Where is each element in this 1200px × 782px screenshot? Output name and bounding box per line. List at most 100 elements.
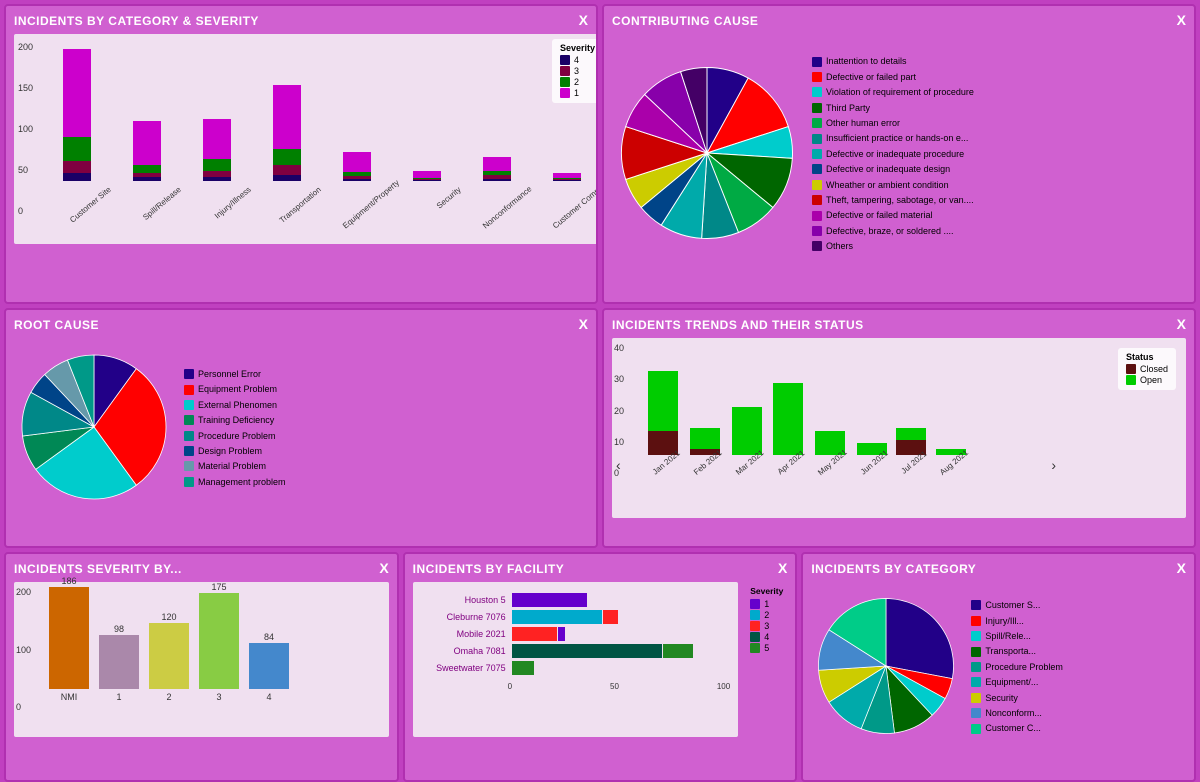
- facility-row: Houston 5: [421, 593, 731, 607]
- legend-item: Design Problem: [184, 444, 286, 458]
- legend-item: Nonconform...: [971, 706, 1063, 720]
- panel7-pie: [811, 591, 961, 744]
- panel7-legend: Customer S... Injury/Ill...Spill/Rele...T…: [971, 597, 1063, 737]
- panel3-pie: [14, 347, 174, 510]
- panel6-content: Houston 5 Cleburne 7076 Mobile 2021 Omaha 7…: [413, 582, 788, 737]
- panel5-close-button[interactable]: X: [379, 560, 388, 576]
- panel1-close-button[interactable]: X: [579, 12, 588, 28]
- trend-bar-group: Jun 2021: [855, 335, 888, 468]
- trend-next-button[interactable]: ›: [1051, 457, 1056, 473]
- trend-bar-group: Apr 2021: [772, 335, 804, 468]
- panel3-close-button[interactable]: X: [579, 316, 588, 332]
- trend-bar-group: Mar 2021: [730, 335, 764, 468]
- panel4-bars-container: Jan 2021Feb 2021Mar 2021Apr 2021May 2021…: [647, 348, 1176, 468]
- legend-item: Third Party: [812, 101, 974, 115]
- panel-incidents-facility: INCIDENTS BY FACILITY X Houston 5 Cleburn…: [403, 552, 798, 782]
- trend-bar-group: Jan 2021: [647, 335, 680, 468]
- panel3-legend: Personnel ErrorEquipment Problem External…: [184, 366, 286, 490]
- panel2-pie: [612, 58, 802, 251]
- panel-incidents-by-category: INCIDENTS BY CATEGORY X Customer S... Inj…: [801, 552, 1196, 782]
- panel7-close-button[interactable]: X: [1177, 560, 1186, 576]
- facility-row: Omaha 7081: [421, 644, 731, 658]
- panel4-title: INCIDENTS TRENDS AND THEIR STATUS: [612, 318, 1186, 332]
- bar-group: Security: [397, 171, 457, 194]
- sev-bar-group: 186NMI: [49, 576, 89, 702]
- legend-item: Security: [971, 691, 1063, 705]
- legend-item: Insufficient practice or hands-on e...: [812, 131, 974, 145]
- sev-bar-group: 981: [99, 624, 139, 702]
- legend-item: External Phenomen: [184, 398, 286, 412]
- legend-item: Defective or failed part: [812, 70, 974, 84]
- panel6-chart: Houston 5 Cleburne 7076 Mobile 2021 Omaha 7…: [413, 582, 739, 737]
- legend-item: Violation of requirement of procedure: [812, 85, 974, 99]
- panel6-legend: Severity 1 2 3 4 5: [746, 582, 787, 737]
- sev-bar-group: 1753: [199, 582, 239, 702]
- panel2-content: Inattention to details Defective or faile…: [612, 34, 1186, 274]
- legend-item: Injury/Ill...: [971, 614, 1063, 628]
- legend-item: Customer C...: [971, 721, 1063, 735]
- panel2-legend: Inattention to details Defective or faile…: [812, 53, 974, 254]
- legend-item: Material Problem: [184, 459, 286, 473]
- sev-bar-group: 1202: [149, 612, 189, 702]
- legend-item: Customer S...: [971, 598, 1063, 612]
- legend-item: Other human error: [812, 116, 974, 130]
- trend-bar-group: Feb 2021: [688, 335, 722, 468]
- panel-contributing-cause: CONTRIBUTING CAUSE X Inattention to deta…: [602, 4, 1196, 304]
- panel1-severity-legend: Severity 4 3 2 1: [552, 39, 598, 103]
- legend-item: Wheather or ambient condition: [812, 178, 974, 192]
- legend-item: Management problem: [184, 475, 286, 489]
- legend-item: Defective or failed material: [812, 208, 974, 222]
- panel1-y-axis: 200 150 100 50 0: [18, 42, 33, 216]
- panel2-close-button[interactable]: X: [1177, 12, 1186, 28]
- panel-root-cause: ROOT CAUSE X Personnel ErrorEquipment Pr…: [4, 308, 598, 548]
- legend-item: Defective, braze, or soldered ....: [812, 224, 974, 238]
- bar-group: Nonconformance: [467, 157, 527, 194]
- panel7-title: INCIDENTS BY CATEGORY: [811, 562, 1186, 576]
- legend-item: Inattention to details: [812, 54, 974, 68]
- trend-bar-group: Aug 2021: [934, 335, 968, 468]
- panel5-chart: 200 100 0 186NMI98112021753844: [14, 582, 389, 737]
- legend-item: Training Deficiency: [184, 413, 286, 427]
- bottom-row: INCIDENTS SEVERITY BY... X 200 100 0 186…: [4, 552, 1196, 782]
- panel1-bars-container: Customer SiteSpill/ReleaseInjury/Illness…: [44, 34, 598, 194]
- legend-item: Equipment Problem: [184, 382, 286, 396]
- legend-item: Equipment/...: [971, 675, 1063, 689]
- legend-item: Transporta...: [971, 644, 1063, 658]
- facility-row: Mobile 2021: [421, 627, 731, 641]
- legend-item: Defective or inadequate design: [812, 162, 974, 176]
- panel4-close-button[interactable]: X: [1177, 316, 1186, 332]
- legend-item: Defective or inadequate procedure: [812, 147, 974, 161]
- legend-item: Spill/Rele...: [971, 629, 1063, 643]
- root-cause-pie-svg: [14, 347, 174, 507]
- legend-item: Personnel Error: [184, 367, 286, 381]
- panel3-content: Personnel ErrorEquipment Problem External…: [14, 338, 588, 518]
- legend-item: Others: [812, 239, 974, 253]
- panel5-y-axis: 200 100 0: [16, 587, 31, 712]
- trend-bar-group: May 2021: [812, 335, 847, 468]
- panel5-title: INCIDENTS SEVERITY BY...: [14, 562, 389, 576]
- panel2-title: CONTRIBUTING CAUSE: [612, 14, 1186, 28]
- panel-incidents-severity: INCIDENTS SEVERITY BY... X 200 100 0 186…: [4, 552, 399, 782]
- legend-item: Theft, tampering, sabotage, or van....: [812, 193, 974, 207]
- legend-item: Procedure Problem: [971, 660, 1063, 674]
- panel1-title: INCIDENTS BY CATEGORY & SEVERITY: [14, 14, 588, 28]
- facility-row: Cleburne 7076: [421, 610, 731, 624]
- bar-group: Spill/Release: [117, 121, 177, 194]
- panel4-chart: 40 30 20 10 0 Jan 2021Feb 2021Mar 2021Ap…: [612, 338, 1186, 518]
- trend-bar-group: Jul 2021: [896, 335, 926, 468]
- bar-group: Customer Site: [47, 49, 107, 194]
- facility-rows: Houston 5 Cleburne 7076 Mobile 2021 Omaha 7…: [421, 593, 731, 675]
- bar-group: Equipment/Property: [327, 152, 387, 194]
- panel6-close-button[interactable]: X: [778, 560, 787, 576]
- panel6-title: INCIDENTS BY FACILITY: [413, 562, 788, 576]
- panel6-x-axis: 0 50 100: [421, 678, 731, 691]
- panel3-title: ROOT CAUSE: [14, 318, 588, 332]
- dashboard: INCIDENTS BY CATEGORY & SEVERITY X 200 1…: [0, 0, 1200, 763]
- bar-group: Injury/Illness: [187, 119, 247, 194]
- trend-prev-button[interactable]: ‹: [616, 457, 621, 473]
- by-category-pie-svg: [811, 591, 961, 741]
- contributing-cause-pie: [612, 58, 802, 248]
- panel-incidents-category-severity: INCIDENTS BY CATEGORY & SEVERITY X 200 1…: [4, 4, 598, 304]
- panel-incidents-trends: INCIDENTS TRENDS AND THEIR STATUS X 40 3…: [602, 308, 1196, 548]
- legend-item: Procedure Problem: [184, 429, 286, 443]
